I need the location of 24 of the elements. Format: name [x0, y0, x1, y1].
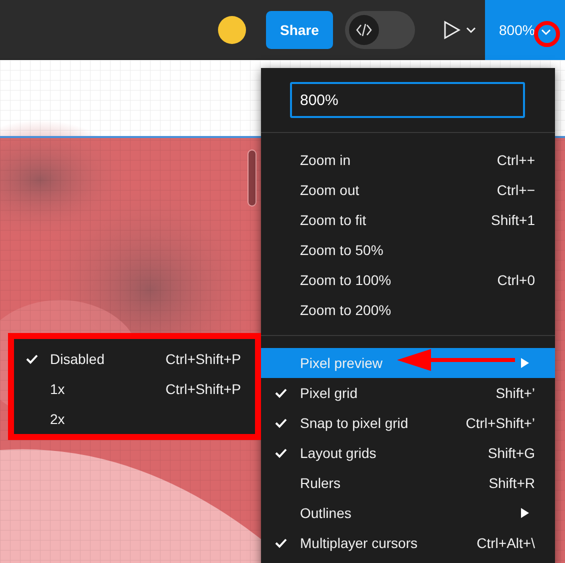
zoom-button[interactable]: 800%: [485, 0, 565, 60]
menu-item[interactable]: 2x: [14, 404, 255, 434]
present-button[interactable]: [443, 20, 477, 40]
zoom-input-field[interactable]: 800%: [290, 82, 525, 118]
menu-item[interactable]: Zoom to 50%: [261, 235, 555, 265]
menu-item[interactable]: Disabled Ctrl+Shift+P: [14, 344, 255, 374]
menu-item[interactable]: Zoom to fit Shift+1: [261, 205, 555, 235]
menu-item[interactable]: Zoom in Ctrl++: [261, 145, 555, 175]
menu-item[interactable]: Zoom to 200%: [261, 295, 555, 325]
menu-item[interactable]: Outlines: [261, 498, 555, 528]
menu-item[interactable]: Zoom out Ctrl+−: [261, 175, 555, 205]
menu-item[interactable]: 1x Ctrl+Shift+P: [14, 374, 255, 404]
avatar[interactable]: [218, 16, 246, 44]
code-icon: [349, 14, 379, 44]
annotation-circle: [533, 20, 561, 48]
chevron-down-icon: [540, 28, 551, 36]
menu-item[interactable]: Multiplayer cursors Ctrl+Alt+\: [261, 528, 555, 558]
menu-item[interactable]: Zoom to 100% Ctrl+0: [261, 265, 555, 295]
menu-item[interactable]: Rulers Shift+R: [261, 468, 555, 498]
code-toggle[interactable]: [345, 10, 415, 48]
menu-item[interactable]: Pixel grid Shift+’: [261, 378, 555, 408]
menu-item[interactable]: Snap to pixel grid Ctrl+Shift+’: [261, 408, 555, 438]
menu-item[interactable]: Layout grids Shift+G: [261, 438, 555, 468]
share-button[interactable]: Share: [266, 10, 333, 48]
